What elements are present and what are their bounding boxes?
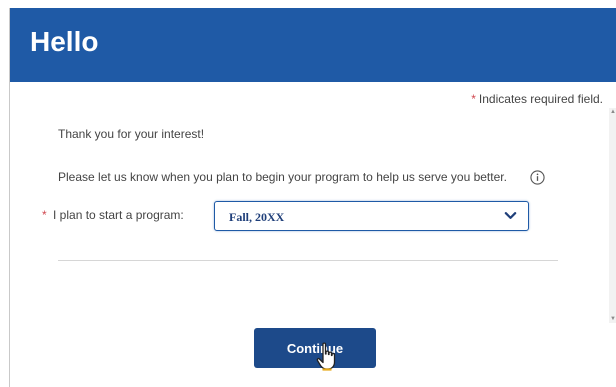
divider <box>58 260 558 261</box>
thank-you-text: Thank you for your interest! <box>58 127 205 141</box>
scrollbar[interactable]: ▲ ▼ <box>609 108 616 323</box>
required-asterisk: * <box>42 208 47 222</box>
start-program-label: * I plan to start a program: <box>42 208 184 222</box>
required-field-note: * Indicates required field. <box>471 92 603 106</box>
start-program-label-text: I plan to start a program: <box>53 208 184 222</box>
continue-button[interactable]: Continue <box>254 328 376 368</box>
header-bar: Hello <box>10 8 616 82</box>
selected-term: Fall, 20XX <box>229 210 285 224</box>
info-icon[interactable] <box>530 170 545 185</box>
chevron-down-icon[interactable] <box>504 211 517 221</box>
required-asterisk: * <box>471 92 476 106</box>
scroll-down-icon[interactable]: ▼ <box>609 315 616 323</box>
page-title: Hello <box>30 26 99 57</box>
required-note-text: Indicates required field. <box>478 92 603 106</box>
prompt-text: Please let us know when you plan to begi… <box>58 170 507 184</box>
start-term-select[interactable]: Fall, 20XX <box>214 201 529 231</box>
scroll-up-icon[interactable]: ▲ <box>609 108 616 116</box>
form-window: Hello * Indicates required field. ▲ ▼ Tha… <box>9 8 616 387</box>
